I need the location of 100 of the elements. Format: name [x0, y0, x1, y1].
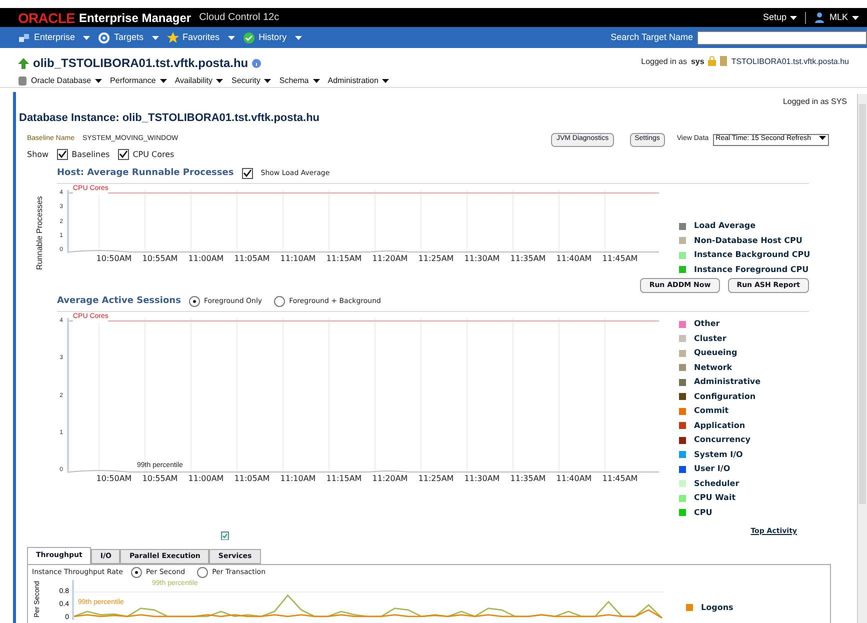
legend-label: CPU	[694, 506, 712, 518]
axis-tick-label: 10:50AM	[95, 473, 133, 485]
legend-label: Load Average	[694, 220, 756, 232]
legend-label: Scheduler	[694, 478, 740, 490]
legend-label: Configuration	[694, 390, 756, 402]
legend-label: Network	[694, 362, 732, 374]
axis-tick-label: 11:10AM	[279, 473, 317, 485]
nav-menu[interactable]: Targets	[98, 30, 159, 44]
login-user: sys	[690, 56, 704, 68]
caret-icon	[264, 79, 272, 83]
product-name: Enterprise Manager	[79, 10, 192, 26]
radio-button[interactable]	[197, 566, 208, 578]
lock-icon	[708, 56, 716, 66]
legend-label: System I/O	[694, 448, 743, 460]
show-label: Show	[27, 148, 49, 160]
page-title: Database Instance: olib_TSTOLIBORA01.tst.vftk.posta.hu	[19, 111, 321, 126]
search-label: Search Target Name	[610, 30, 693, 44]
target-title: olib_TSTOLIBORA01.tst.vftk.posta.hu	[33, 55, 248, 72]
history-icon	[242, 32, 255, 44]
legend-label: Instance Foreground CPU	[694, 264, 809, 276]
axis-tick-label: 11:25AM	[417, 473, 455, 485]
checkbox[interactable]	[242, 168, 253, 179]
info-icon	[252, 58, 262, 68]
legend-label: Cluster	[694, 332, 726, 344]
section-title: Average Active Sessions	[57, 294, 181, 308]
axis-tick-label: 11:30AM	[463, 473, 501, 485]
radio-button[interactable]	[130, 566, 142, 578]
product-edition: Cloud Control 12c	[199, 11, 280, 25]
axis-tick-label: 11:15AM	[325, 253, 363, 265]
up-arrow-icon	[18, 58, 29, 68]
star-icon	[166, 32, 179, 44]
setup-menu[interactable]: Setup	[762, 10, 798, 24]
caret-icon	[790, 16, 798, 20]
target-menu[interactable]: Administration	[328, 75, 390, 87]
checkbox-label: Baselines	[72, 148, 110, 160]
target-menu[interactable]: Oracle Database	[31, 75, 102, 87]
target-icon	[98, 32, 110, 44]
caret-icon	[95, 79, 102, 83]
axis-tick-label: 10:55AM	[141, 253, 179, 265]
caret-icon	[152, 36, 159, 40]
radio-button[interactable]	[274, 296, 286, 307]
caret-icon	[294, 36, 302, 40]
caret-icon	[160, 79, 167, 83]
axis-tick-label: 11:05AM	[233, 253, 271, 265]
axis-tick-label: 11:10AM	[279, 253, 317, 265]
brand-logo: ORACLE	[18, 10, 76, 24]
caret-icon	[819, 136, 826, 140]
target-menu[interactable]: Security	[231, 75, 272, 87]
checkbox-label: CPU Cores	[132, 148, 174, 160]
axis-tick-label: 11:20AM	[371, 473, 409, 485]
axis-tick-label: 10:50AM	[95, 253, 133, 265]
caret-icon	[228, 36, 235, 40]
axis-tick-label: 11:25AM	[417, 253, 455, 265]
host-link[interactable]: TSTOLIBORA01.tst.vftk.posta.hu	[731, 56, 849, 68]
checkbox[interactable]	[118, 149, 129, 160]
axis-tick-label: 11:35AM	[509, 253, 547, 265]
nav-menu[interactable]: Favorites	[166, 30, 235, 44]
login-status: Logged in as SYS	[782, 96, 847, 108]
server-icon	[720, 56, 728, 66]
caret-icon	[83, 36, 90, 40]
user-icon	[814, 12, 826, 23]
caret-icon	[852, 16, 859, 20]
legend-label: Non-Database Host CPU	[694, 234, 802, 246]
nav-menu[interactable]: Enterprise	[18, 30, 90, 44]
legend-label: Application	[694, 420, 746, 432]
section-title: Host: Average Runnable Processes	[57, 166, 234, 180]
legend-label: Administrative	[694, 376, 761, 388]
axis-tick-label: 11:20AM	[371, 253, 409, 265]
legend-label: Concurrency	[694, 434, 750, 446]
scrollbar[interactable]	[857, 94, 867, 623]
search-field[interactable]	[697, 30, 867, 44]
target-menu[interactable]: Availability	[174, 75, 224, 87]
axis-tick-label: 11:35AM	[509, 473, 547, 485]
checkbox[interactable]	[56, 149, 68, 160]
axis-tick-label: 11:00AM	[187, 253, 225, 265]
legend-label: Other	[694, 318, 720, 330]
login-label: Logged in as	[641, 56, 687, 68]
axis-tick-label: 11:15AM	[325, 473, 363, 485]
axis-tick-label: 11:40AM	[555, 473, 593, 485]
axis-label: Runnable Processes	[34, 196, 45, 270]
user-menu[interactable]: MLK	[829, 10, 859, 24]
axis-tick-label: 11:45AM	[601, 253, 639, 265]
target-menu[interactable]: Performance	[110, 75, 167, 87]
legend-label: CPU Wait	[694, 492, 736, 504]
axis-tick-label: 10:55AM	[141, 473, 179, 485]
legend-label: User I/O	[694, 463, 730, 475]
legend-label: Instance Background CPU	[694, 249, 810, 261]
clipboard-icon	[221, 530, 229, 540]
axis-tick-label: 11:00AM	[187, 473, 225, 485]
axis-tick-label: 11:30AM	[463, 253, 501, 265]
database-icon	[18, 76, 27, 86]
nav-menu[interactable]: History	[242, 30, 302, 44]
axis-tick-label: 11:05AM	[233, 473, 271, 485]
target-menu[interactable]: Schema	[279, 75, 320, 87]
axis-tick-label: 11:40AM	[555, 253, 593, 265]
legend-label: Logons	[701, 602, 734, 614]
cubes-icon	[18, 32, 30, 44]
caret-icon	[382, 79, 390, 83]
legend-label: Commit	[694, 405, 729, 417]
radio-button[interactable]	[188, 296, 200, 307]
